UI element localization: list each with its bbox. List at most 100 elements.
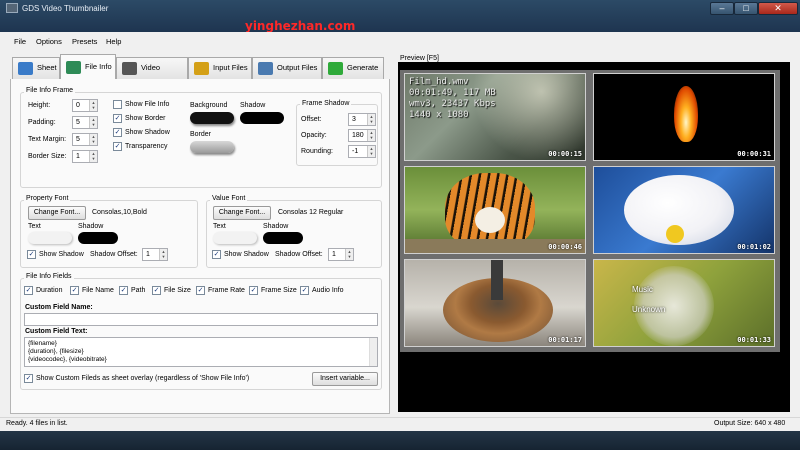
minimize-button[interactable]: – xyxy=(710,2,734,15)
custom-field-name-label: Custom Field Name: xyxy=(25,304,93,311)
custom-text-line-3: {videocodec}, {videobitrate} xyxy=(28,356,107,363)
text-margin-spinner[interactable]: 5 ▲ ▼ xyxy=(72,133,98,146)
file-info-icon xyxy=(66,61,81,74)
shadow-color-swatch[interactable] xyxy=(240,112,284,124)
property-show-shadow-checkbox[interactable]: ✓ xyxy=(27,250,36,259)
padding-label: Padding: xyxy=(28,119,56,126)
background-label: Background xyxy=(190,102,228,109)
custom-text-line-2: {duration}, {filesize} xyxy=(28,348,84,355)
custom-field-text-label: Custom Field Text: xyxy=(25,328,88,335)
show-border-checkbox[interactable]: ✓ xyxy=(113,114,122,123)
show-border-label: Show Border xyxy=(125,115,166,122)
property-font-value: Consolas,10,Bold xyxy=(92,209,147,216)
textarea-scrollbar[interactable] xyxy=(369,338,377,366)
shadow-label: Shadow xyxy=(240,102,266,109)
sheet-icon xyxy=(18,62,33,75)
file-name-label: File Name xyxy=(82,287,114,294)
file-size-checkbox[interactable]: ✓ xyxy=(152,286,161,295)
property-text-color-swatch[interactable] xyxy=(28,232,72,244)
offset-label: Offset: xyxy=(301,116,322,123)
tiger-thumbnail: 00:00:46 xyxy=(404,166,586,254)
show-shadow-checkbox[interactable]: ✓ xyxy=(113,128,122,137)
property-change-font-button[interactable]: Change Font... xyxy=(28,206,86,220)
property-shadow-color-swatch[interactable] xyxy=(78,232,118,244)
border-size-spinner[interactable]: 1 ▲ ▼ xyxy=(72,150,98,163)
tab-input-files[interactable]: Input Files xyxy=(188,57,252,79)
transparency-checkbox[interactable]: ✓ xyxy=(113,142,122,151)
padding-spinner[interactable]: 5 ▲ ▼ xyxy=(72,116,98,129)
duration-checkbox[interactable]: ✓ xyxy=(24,286,33,295)
menu-help[interactable]: Help xyxy=(106,37,121,46)
rounding-label: Rounding: xyxy=(301,148,333,155)
file-info-overlay: Film_hd.wmv 00:01:49, 117 MB wmv3, 23437… xyxy=(409,77,496,120)
preview-label: Preview [F5] xyxy=(400,55,439,62)
show-file-info-checkbox[interactable] xyxy=(113,100,122,109)
custom-overlay-checkbox[interactable]: ✓ xyxy=(24,374,33,383)
offset-spinner[interactable]: 3 ▲ ▼ xyxy=(348,113,376,126)
custom-field-name-input[interactable] xyxy=(24,313,378,326)
background-color-swatch[interactable] xyxy=(190,112,234,124)
transparency-label: Transparency xyxy=(125,143,168,150)
frame-rate-label: Frame Rate xyxy=(208,287,245,294)
menu-file[interactable]: File xyxy=(14,37,26,46)
timecode-3: 00:00:46 xyxy=(548,243,582,251)
rounding-spinner[interactable]: -1 ▲ ▼ xyxy=(348,145,376,158)
taskbar xyxy=(0,431,800,450)
menu-presets[interactable]: Presets xyxy=(72,37,97,46)
frame-size-label: Frame Size xyxy=(261,287,297,294)
show-shadow-label: Show Shadow xyxy=(125,129,170,136)
file-name-checkbox[interactable]: ✓ xyxy=(70,286,79,295)
value-show-shadow-label: Show Shadow xyxy=(224,251,269,258)
insert-variable-button[interactable]: Insert variable... xyxy=(312,372,378,386)
value-text-label: Text xyxy=(213,223,226,230)
border-color-swatch[interactable] xyxy=(190,141,234,153)
watermark-text: yinghezhan.com xyxy=(245,19,356,33)
flame-shape xyxy=(674,86,698,142)
status-text: Ready. 4 files in list. xyxy=(6,420,68,427)
value-shadow-offset-spinner[interactable]: 1 ▲ ▼ xyxy=(328,248,354,261)
opacity-spinner[interactable]: 180 ▲ ▼ xyxy=(348,129,376,142)
generate-icon xyxy=(328,62,343,75)
property-shadow-offset-label: Shadow Offset: xyxy=(90,251,138,258)
audio-info-checkbox[interactable]: ✓ xyxy=(300,286,309,295)
dandelion-overlay-text: Music Unknown xyxy=(632,285,666,314)
path-checkbox[interactable]: ✓ xyxy=(119,286,128,295)
white-flower-thumbnail: 00:01:02 xyxy=(593,166,775,254)
height-spinner[interactable]: 0 ▲ ▼ xyxy=(72,99,98,112)
tab-file-info[interactable]: File Info xyxy=(60,54,116,79)
value-show-shadow-checkbox[interactable]: ✓ xyxy=(212,250,221,259)
output-size-text: Output Size: 640 x 480 xyxy=(714,420,786,427)
value-shadow-offset-label: Shadow Offset: xyxy=(275,251,323,258)
property-shadow-offset-spinner[interactable]: 1 ▲ ▼ xyxy=(142,248,168,261)
tab-sheet[interactable]: Sheet xyxy=(12,57,60,79)
frame-rate-checkbox[interactable]: ✓ xyxy=(196,286,205,295)
value-text-color-swatch[interactable] xyxy=(213,232,257,244)
timecode-5: 00:01:17 xyxy=(548,336,582,344)
tab-generate[interactable]: Generate xyxy=(322,57,384,79)
height-label: Height: xyxy=(28,102,51,109)
close-button[interactable]: ✕ xyxy=(758,2,798,15)
tab-output-files[interactable]: Output Files xyxy=(252,57,322,79)
border-size-label: Border Size: xyxy=(28,153,67,160)
output-files-icon xyxy=(258,62,273,75)
status-bar xyxy=(0,417,800,431)
custom-field-text-area[interactable]: {filename} {duration}, {filesize} {video… xyxy=(24,337,378,367)
file-size-label: File Size xyxy=(164,287,191,294)
menu-options[interactable]: Options xyxy=(36,37,62,46)
maximize-button[interactable]: □ xyxy=(734,2,758,15)
value-font-title: Value Font xyxy=(210,195,248,202)
title-bar xyxy=(0,0,800,32)
tab-video-frames[interactable]: Video Frames xyxy=(116,57,188,92)
property-text-label: Text xyxy=(28,223,41,230)
video-frames-icon xyxy=(122,62,137,75)
value-shadow-color-swatch[interactable] xyxy=(263,232,303,244)
timecode-6: 00:01:33 xyxy=(737,336,771,344)
input-files-icon xyxy=(194,62,209,75)
value-change-font-button[interactable]: Change Font... xyxy=(213,206,271,220)
value-shadow-label: Shadow xyxy=(263,223,289,230)
custom-overlay-label: Show Custom Fileds as sheet overlay (reg… xyxy=(36,375,250,382)
window-title: GDS Video Thumbnailer xyxy=(22,4,109,13)
frame-size-checkbox[interactable]: ✓ xyxy=(249,286,258,295)
timecode-4: 00:01:02 xyxy=(737,243,771,251)
flame-thumbnail: 00:00:31 xyxy=(593,73,775,161)
